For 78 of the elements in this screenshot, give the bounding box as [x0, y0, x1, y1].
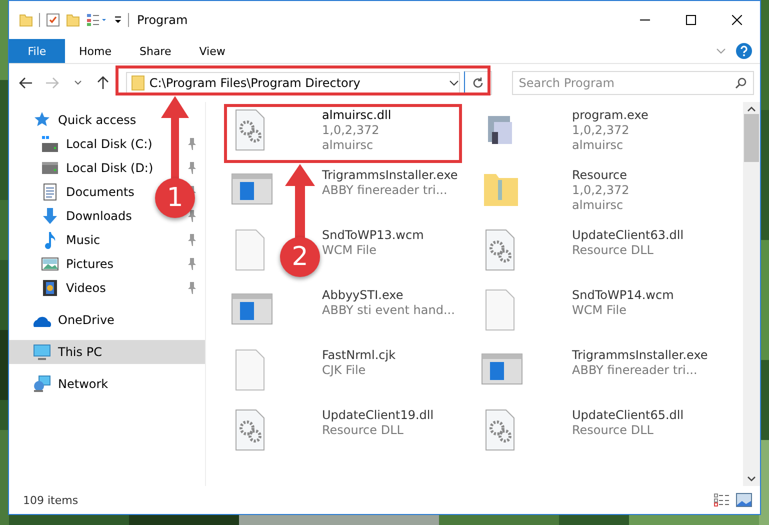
- nav-item[interactable]: Pictures: [41, 255, 114, 273]
- file-detail: WCM File: [572, 303, 628, 318]
- up-arrow-icon: [97, 76, 110, 90]
- expand-ribbon-icon[interactable]: [716, 48, 726, 54]
- file-detail: ABBY sti event hand...: [322, 303, 455, 318]
- address-field[interactable]: C:\Program Files\Program Directory: [126, 72, 460, 94]
- close-icon: [732, 15, 742, 25]
- folder-icon: [131, 75, 146, 91]
- file-detail: Resource DLL: [572, 423, 654, 438]
- dropdown-icon[interactable]: [114, 15, 122, 25]
- file-detail: ABBY finereader tri...: [322, 183, 448, 198]
- file-menu-button[interactable]: File: [9, 39, 65, 63]
- file-name[interactable]: Resource: [572, 168, 630, 183]
- ribbon-tab[interactable]: View: [185, 39, 240, 63]
- file-name[interactable]: almuirsc.dll: [322, 108, 392, 123]
- document-icon: [41, 183, 59, 201]
- refresh-button[interactable]: [464, 71, 492, 95]
- star-icon: [33, 111, 51, 129]
- nav-item[interactable]: Videos: [41, 279, 106, 297]
- thumbnail-view-icon[interactable]: [736, 493, 752, 507]
- maximize-icon: [686, 15, 696, 25]
- drive-icon: [41, 135, 59, 153]
- file-detail: almuirsc: [322, 138, 374, 153]
- network-icon: [33, 375, 51, 393]
- file-detail: ABBY finereader tri...: [572, 363, 698, 378]
- nav-item[interactable]: Local Disk (C:): [41, 135, 152, 153]
- properties-icon[interactable]: [86, 13, 108, 27]
- film-icon: [41, 279, 59, 297]
- file-detail: almuirsc: [572, 138, 624, 153]
- file-name[interactable]: program.exe: [572, 108, 648, 123]
- file-name[interactable]: FastNrml.cjk: [322, 348, 396, 363]
- back-icon: [18, 77, 33, 89]
- window-title: Program: [137, 13, 188, 27]
- nav-item[interactable]: This PC: [33, 343, 102, 361]
- file-name[interactable]: UpdateClient63.dll: [572, 228, 684, 243]
- file-name[interactable]: SndToWP14.wcm: [572, 288, 674, 303]
- details-view-icon[interactable]: [714, 493, 730, 507]
- scroll-up-icon[interactable]: [747, 106, 756, 112]
- address-path: C:\Program Files\Program Directory: [149, 76, 362, 90]
- file-detail: Resource DLL: [322, 423, 404, 438]
- nav-item[interactable]: Documents: [41, 183, 134, 201]
- file-detail: almuirsc: [572, 198, 624, 213]
- file-detail: 1,0,2,372: [572, 183, 630, 198]
- download-icon: [41, 207, 59, 225]
- search-icon[interactable]: [735, 77, 748, 89]
- file-detail: 1,0,2,372: [572, 123, 630, 138]
- file-name[interactable]: AbbyySTI.exe: [322, 288, 455, 303]
- scroll-down-icon[interactable]: [747, 476, 756, 482]
- chevron-icon: [74, 80, 82, 86]
- scrollbar[interactable]: [743, 102, 760, 486]
- file-detail: 1,0,2,372: [322, 123, 380, 138]
- refresh-icon: [472, 77, 484, 89]
- nav-item[interactable]: Downloads: [41, 207, 132, 225]
- help-icon[interactable]: [736, 43, 752, 59]
- nav-item[interactable]: Network: [33, 375, 108, 393]
- nav-item[interactable]: Quick access: [33, 111, 136, 129]
- nav-item[interactable]: OneDrive: [33, 311, 114, 329]
- item-count: 109 items: [23, 494, 78, 506]
- dropdown-icon[interactable]: [448, 80, 459, 86]
- file-name[interactable]: TrigrammsInstaller.exe: [572, 348, 708, 363]
- file-name[interactable]: TrigrammsInstaller.exe: [322, 168, 458, 183]
- search-field[interactable]: Search Program: [512, 71, 754, 95]
- ribbon-tab[interactable]: Home: [65, 39, 126, 63]
- file-name[interactable]: UpdateClient19.dll: [322, 408, 434, 423]
- file-detail: Resource DLL: [572, 243, 654, 258]
- drive-icon: [41, 159, 59, 177]
- forward-icon: [44, 77, 59, 89]
- monitor-icon: [33, 343, 51, 361]
- pictures-icon: [41, 255, 59, 273]
- file-detail: WCM File: [322, 243, 378, 258]
- nav-item[interactable]: Local Disk (D:): [41, 159, 154, 177]
- checklist-icon[interactable]: [46, 13, 60, 27]
- file-name[interactable]: SndToWP13.wcm: [322, 228, 424, 243]
- nav-item[interactable]: Music: [41, 231, 100, 249]
- ribbon-tab[interactable]: Share: [125, 39, 186, 63]
- file-detail: CJK File: [322, 363, 367, 378]
- file-name[interactable]: UpdateClient65.dll: [572, 408, 684, 423]
- scroll-thumb[interactable]: [744, 114, 759, 162]
